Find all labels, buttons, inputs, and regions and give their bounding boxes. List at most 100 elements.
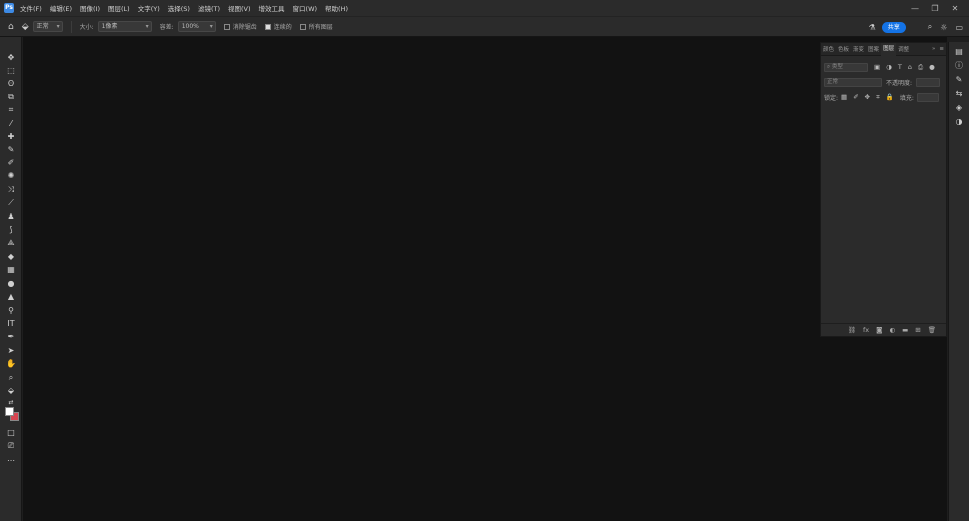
properties-icon[interactable]: ⓘ xyxy=(953,60,965,71)
blur-tool-icon[interactable]: ● xyxy=(5,278,17,289)
pen-tool-icon[interactable]: ✒ xyxy=(5,331,17,342)
new-group-icon[interactable]: ▬ xyxy=(902,326,908,334)
layers-icon[interactable]: ◈ xyxy=(953,102,965,113)
panel-collapse-icon[interactable]: » xyxy=(930,46,937,52)
lock-position-icon[interactable]: ✥ xyxy=(865,93,870,101)
filter-pixel-icon[interactable]: ▣ xyxy=(874,63,880,71)
contiguous-checkbox[interactable] xyxy=(264,23,271,30)
libraries-icon[interactable]: ▤ xyxy=(953,46,965,57)
eyedropper-tool-icon[interactable]: ⁄ xyxy=(5,118,17,129)
new-adjustment-icon[interactable]: ◐ xyxy=(889,326,895,334)
antialias-checkbox[interactable] xyxy=(223,23,230,30)
edit-toolbar-icon[interactable]: ⋯ xyxy=(5,455,17,466)
marquee-tool-icon[interactable]: ⬚ xyxy=(5,65,17,76)
dodge-tool-icon[interactable]: ⚲ xyxy=(5,305,17,316)
filter-type-icon[interactable]: T xyxy=(898,63,902,71)
app-logo: Ps xyxy=(4,3,14,13)
foreground-color-swatch[interactable] xyxy=(5,407,14,416)
menu-plugins[interactable]: 增效工具 xyxy=(259,3,285,13)
panel-menu-icon[interactable]: ≡ xyxy=(937,46,946,52)
menu-layer[interactable]: 图层(L) xyxy=(108,3,130,13)
restore-button[interactable]: ❐ xyxy=(925,4,945,13)
menu-image[interactable]: 图像(I) xyxy=(80,3,100,13)
art-brush-tool-icon[interactable]: ⟁ xyxy=(5,237,17,248)
antialias-label: 消除锯齿 xyxy=(232,24,257,31)
menu-type[interactable]: 文字(Y) xyxy=(138,3,160,13)
fill-source-select[interactable]: 正常 ▾ xyxy=(32,21,63,32)
paint-bucket-tool-icon[interactable]: ⬙ xyxy=(5,385,17,396)
zoom-tool-icon[interactable]: ⌕ xyxy=(5,372,17,383)
canvas-area[interactable] xyxy=(23,37,947,521)
tools-panel: ✥ ⬚ ʘ ⧉ ⌗ ⁄ ✚ ✎ ✐ ✺ ⤨ ⟋ ♟ ⟆ ⟁ ◆ ▦ ● ▲ ⚲ … xyxy=(0,37,22,521)
path-select-tool-icon[interactable]: ➤ xyxy=(5,345,17,356)
remove-tool-icon[interactable]: ✎ xyxy=(5,144,17,155)
layers-panel: 颜色 色板 渐变 图案 图层 调整 » ≡ ⌕ 类型 ▣ ◑ T ⌂ ⎙ ● 正… xyxy=(820,42,947,337)
history-brush-tool-icon[interactable]: ⟆ xyxy=(5,224,17,235)
tab-layers[interactable]: 图层 xyxy=(881,42,897,56)
clone-stamp-tool-icon[interactable]: ♟ xyxy=(5,211,17,222)
home-icon[interactable]: ⌂ xyxy=(8,22,14,32)
delete-layer-icon[interactable]: 🗑 xyxy=(928,326,936,334)
kind-filter-select[interactable]: ⌕ 类型 xyxy=(824,62,868,72)
link-layers-icon[interactable]: ⛓ xyxy=(848,326,856,334)
crop-tool-icon[interactable]: ⌗ xyxy=(5,104,17,115)
lightbulb-icon[interactable]: ☼ xyxy=(940,23,947,32)
adjustments-icon[interactable]: ⇆ xyxy=(953,88,965,99)
hand-tool-icon[interactable]: ✋ xyxy=(5,358,17,369)
tab-color[interactable]: 颜色 xyxy=(821,45,836,53)
tab-patterns[interactable]: 图案 xyxy=(866,45,881,53)
shuffle-tool-icon[interactable]: ⤨ xyxy=(5,184,17,195)
lock-pixels-icon[interactable]: ✐ xyxy=(853,93,858,101)
move-tool-icon[interactable]: ✥ xyxy=(5,52,17,63)
all-layers-checkbox[interactable] xyxy=(299,23,306,30)
fill-input[interactable] xyxy=(916,92,939,102)
menu-select[interactable]: 选择(S) xyxy=(168,3,190,13)
share-button[interactable]: 共享 xyxy=(881,21,906,33)
options-bar: ⌂ ⬙ 正常 ▾ 大小: 1像素 ▾ 容差: 100% ▾ 消除锯齿 连续的 所有图层… xyxy=(0,16,969,37)
healing-brush-tool-icon[interactable]: ✚ xyxy=(5,131,17,142)
layer-style-icon[interactable]: fx xyxy=(863,326,869,334)
flask-icon[interactable]: ⚗ xyxy=(869,23,876,32)
filter-smart-object-icon[interactable]: ⎙ xyxy=(918,63,923,72)
opacity-input[interactable] xyxy=(916,77,941,87)
filter-toggle-icon[interactable]: ● xyxy=(929,63,935,71)
blend-mode-select[interactable]: 正常 xyxy=(824,77,882,87)
settings-tool-icon[interactable]: ✺ xyxy=(5,170,17,181)
eraser-tool-icon[interactable]: ◆ xyxy=(5,251,17,262)
menu-edit[interactable]: 编辑(E) xyxy=(50,3,72,13)
minimize-button[interactable]: — xyxy=(905,4,925,13)
close-button[interactable]: ✕ xyxy=(945,4,965,13)
search-icon[interactable]: ⌕ xyxy=(928,22,932,32)
filter-shape-icon[interactable]: ⌂ xyxy=(908,63,912,71)
quick-mask-icon[interactable]: □ xyxy=(5,427,17,438)
lock-transparent-icon[interactable]: ▦ xyxy=(841,93,847,101)
menu-bar: Ps 文件(F) 编辑(E) 图像(I) 图层(L) 文字(Y) 选择(S) 滤… xyxy=(0,0,969,16)
lasso-tool-icon[interactable]: ʘ xyxy=(5,78,17,89)
menu-filter[interactable]: 滤镜(T) xyxy=(198,3,220,13)
menu-view[interactable]: 视图(V) xyxy=(228,3,251,13)
workspace-icon[interactable]: ▭ xyxy=(955,23,963,32)
pencil-tool-icon[interactable]: ⟋ xyxy=(5,197,17,208)
lock-all-icon[interactable]: 🔒 xyxy=(886,93,894,101)
tab-swatches[interactable]: 色板 xyxy=(836,45,851,53)
brush-tool-icon[interactable]: ✐ xyxy=(5,157,17,168)
new-layer-icon[interactable]: ⊞ xyxy=(915,326,920,334)
gradient-tool-icon[interactable]: ▦ xyxy=(5,264,17,275)
lock-artboard-icon[interactable]: ⌗ xyxy=(876,93,880,102)
filter-adjustment-icon[interactable]: ◑ xyxy=(886,63,892,71)
object-select-tool-icon[interactable]: ⧉ xyxy=(5,91,17,102)
channels-icon[interactable]: ◑ xyxy=(953,116,965,127)
sharpen-tool-icon[interactable]: ▲ xyxy=(5,291,17,302)
tab-gradients[interactable]: 渐变 xyxy=(851,45,866,53)
menu-file[interactable]: 文件(F) xyxy=(20,3,42,13)
tab-adjustments[interactable]: 调整 xyxy=(896,45,911,53)
screen-mode-icon[interactable]: ⎚ xyxy=(5,440,17,451)
type-tool-icon[interactable]: IT xyxy=(5,318,17,329)
add-mask-icon[interactable]: ◙ xyxy=(876,326,882,334)
brushes-icon[interactable]: ✎ xyxy=(953,74,965,85)
paint-bucket-icon[interactable]: ⬙ xyxy=(22,22,29,32)
menu-help[interactable]: 帮助(H) xyxy=(325,3,348,13)
size-select[interactable]: 1像素 ▾ xyxy=(97,21,152,32)
menu-window[interactable]: 窗口(W) xyxy=(293,3,318,13)
tolerance-input[interactable]: 100% ▾ xyxy=(177,21,216,32)
